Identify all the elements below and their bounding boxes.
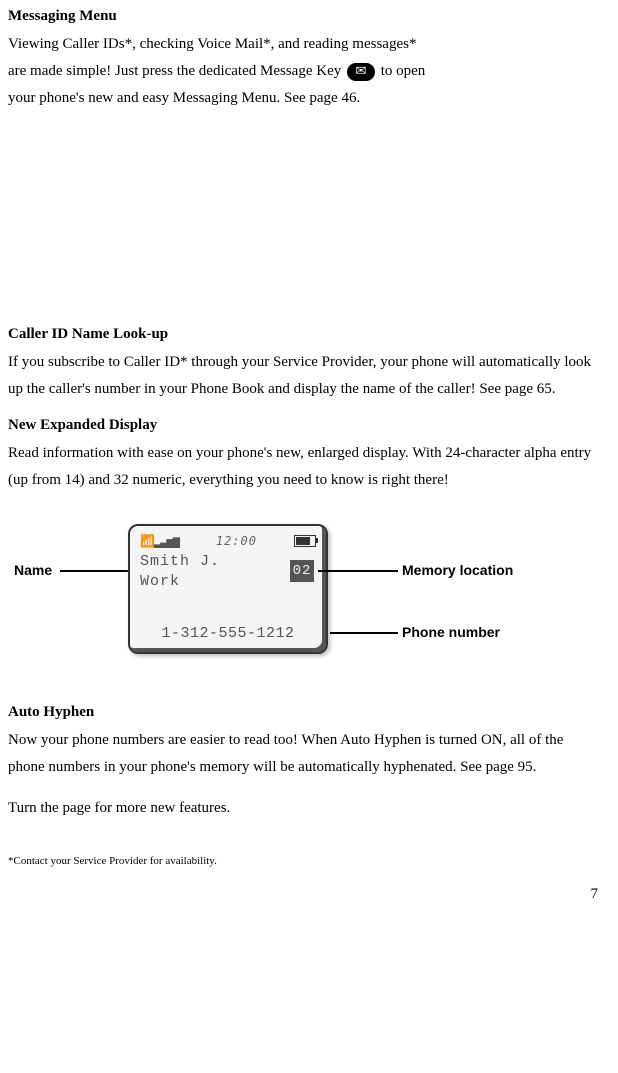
callerid-body: If you subscribe to Caller ID* through y… [8,349,598,403]
autohyphen-body1: Now your phone numbers are easier to rea… [8,727,598,781]
phone-lcd: 📶▂▃▅▆ 12:00 Smith J. Work 02 1-312-555-1… [128,524,328,654]
message-key-icon [347,63,375,81]
status-row: 📶▂▃▅▆ 12:00 [140,532,316,550]
page-number: 7 [8,886,598,903]
callout-name-label: Name [14,562,52,578]
text: Viewing Caller IDs*, checking Voice Mail… [8,36,416,52]
display-figure: Name 📶▂▃▅▆ 12:00 Smith J. Work 02 1-312-… [8,514,598,684]
callout-phone-label: Phone number [402,624,500,640]
spacer [8,126,598,326]
callerid-heading: Caller ID Name Look-up [8,326,598,343]
display-heading: New Expanded Display [8,417,598,434]
callout-line [60,570,128,572]
text: Work [140,573,180,590]
signal-icon: 📶▂▃▅▆ [140,534,179,549]
text: Now your phone numbers are easier to rea… [8,732,481,748]
footnote: *Contact your Service Provider for avail… [8,852,598,872]
text: your phone's new and easy Messaging Menu… [8,90,360,106]
text: Smith J. [140,553,220,570]
autohyphen-heading: Auto Hyphen [8,704,598,721]
display-body: Read information with ease on your phone… [8,440,598,494]
text-on: ON [481,732,503,748]
messaging-heading: Messaging Menu [8,8,598,25]
clock-display: 12:00 [216,534,257,548]
lcd-phone-number: 1-312-555-1212 [130,625,326,642]
battery-icon [294,535,316,547]
callout-memory-label: Memory location [402,562,513,578]
callout-line [318,570,398,572]
text: to open [381,63,426,79]
autohyphen-body2: Turn the page for more new features. [8,795,598,822]
callout-line [330,632,398,634]
text: are made simple! Just press the dedicate… [8,63,341,79]
messaging-body: Viewing Caller IDs*, checking Voice Mail… [8,31,598,112]
memory-slot-box: 02 [290,560,314,582]
